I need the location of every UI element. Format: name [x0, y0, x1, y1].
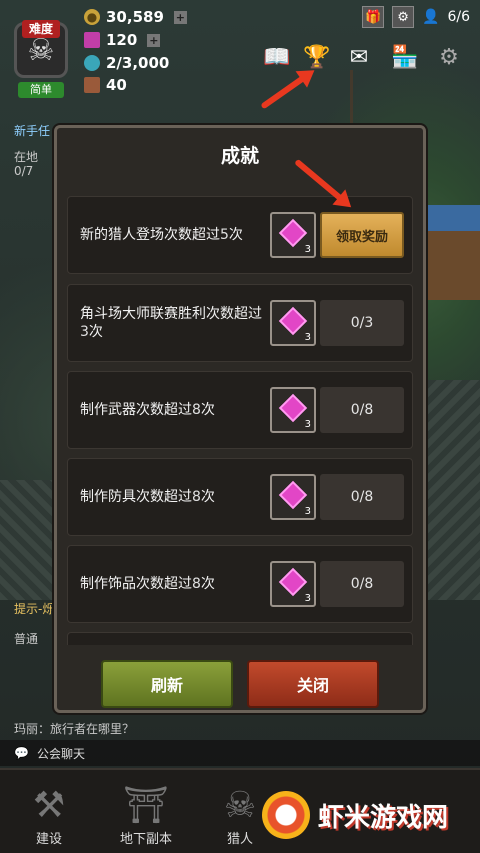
- difficulty-level: 简单: [18, 82, 64, 98]
- achievement-row: 制作饰品次数超过8次 3 0/8: [67, 545, 413, 623]
- achievement-label: 制作防具次数超过8次: [80, 489, 215, 505]
- close-button[interactable]: 关闭: [247, 660, 379, 708]
- achievement-row: 角斗场大师联赛胜利次数超过3次 3 0/3: [67, 284, 413, 362]
- house-sprite: [420, 205, 480, 300]
- add-gold-button[interactable]: +: [173, 10, 187, 24]
- achievement-label: 制作武器次数超过8次: [80, 402, 215, 418]
- achievement-label: 新的猎人登场次数超过5次: [80, 227, 243, 243]
- settings-icon[interactable]: ⚙: [432, 42, 466, 72]
- wood-icon: [84, 77, 100, 93]
- watermark-text: 虾米游戏网: [318, 802, 449, 833]
- water-value: 2/3,000: [106, 54, 170, 72]
- nav-dungeon[interactable]: ⛩ 地下副本: [108, 770, 184, 853]
- reward-slot[interactable]: 3: [270, 561, 316, 607]
- nav-dungeon-label: 地下副本: [119, 832, 172, 847]
- shop-icon[interactable]: 🏪: [388, 42, 422, 72]
- achievement-row: 新的猎人登场次数超过5次 3 领取奖励: [67, 196, 413, 274]
- gem-value: 120: [106, 31, 138, 49]
- achievement-row: 制作武器次数超过8次 3 0/8: [67, 371, 413, 449]
- side-task-sub: 在地: [14, 150, 39, 164]
- gift-icon[interactable]: 🎁: [362, 6, 385, 28]
- coin-icon: ●: [84, 9, 100, 25]
- achievement-dialog: 成就 新的猎人登场次数超过5次 3 领取奖励 角斗场大师联赛胜利次数超过3次 3…: [54, 125, 426, 713]
- gem-icon: [278, 567, 308, 597]
- top-right-bar: 🎁 ⚙ 👤 6/6: [362, 6, 470, 28]
- water-icon: [84, 55, 100, 71]
- site-watermark: 虾米游戏网: [262, 784, 476, 846]
- hint-text: 提示-烁: [14, 602, 55, 616]
- dialog-title: 成就: [220, 144, 259, 167]
- progress-counter: 0/3: [320, 300, 404, 346]
- difficulty-label: 难度: [22, 20, 60, 38]
- wall-sprite: [420, 380, 480, 600]
- side-task-title: 新手任: [14, 124, 51, 138]
- guild-chat-bar[interactable]: 💬 公会聊天: [0, 740, 480, 766]
- gem-icon: [278, 306, 308, 336]
- settings-gear-small-icon[interactable]: ⚙: [392, 6, 415, 28]
- nav-hunter-label: 猎人: [226, 832, 253, 847]
- achievement-label: 制作饰品次数超过8次: [80, 576, 215, 592]
- achievement-list[interactable]: 新的猎人登场次数超过5次 3 领取奖励 角斗场大师联赛胜利次数超过3次 3 0/…: [67, 190, 413, 645]
- wood-counter: 40: [84, 76, 127, 94]
- achievement-label: 角斗场大师联赛胜利次数超过3次: [80, 306, 262, 340]
- achievement-row-partial: [67, 632, 413, 645]
- reward-slot[interactable]: 3: [270, 212, 316, 258]
- gem-counter: 120 +: [84, 31, 161, 49]
- reward-slot[interactable]: 3: [270, 300, 316, 346]
- progress-counter: 0/8: [320, 474, 404, 520]
- gold-counter: ● 30,589 +: [84, 8, 187, 26]
- wall-sprite: [0, 480, 60, 600]
- guild-chat-label: 公会聊天: [36, 746, 85, 761]
- letter-icon[interactable]: ✉: [342, 42, 376, 72]
- claim-reward-button[interactable]: 领取奖励: [320, 212, 404, 258]
- hunter-icon: ☠: [223, 785, 257, 826]
- gem-icon: [278, 480, 308, 510]
- gem-icon: [278, 218, 308, 248]
- achievement-row: 制作防具次数超过8次 3 0/8: [67, 458, 413, 536]
- nav-build-label: 建设: [35, 832, 62, 847]
- water-counter: 2/3,000: [84, 54, 169, 72]
- reward-count: 3: [304, 244, 311, 255]
- watermark-logo-icon: [262, 791, 310, 839]
- hammer-icon: ⚒: [32, 785, 66, 826]
- gate-icon: ⛩: [123, 785, 169, 826]
- add-gem-button[interactable]: +: [147, 33, 161, 47]
- reward-count: 3: [304, 593, 311, 604]
- reward-count: 3: [304, 506, 311, 517]
- book-icon[interactable]: 📖: [260, 42, 294, 72]
- chat-tab-normal[interactable]: 普通: [14, 630, 38, 647]
- refresh-button[interactable]: 刷新: [101, 660, 233, 708]
- progress-counter: 0/8: [320, 561, 404, 607]
- gold-value: 30,589: [106, 8, 164, 26]
- chat-message: 玛丽：旅行者在哪里？: [14, 722, 135, 736]
- reward-count: 3: [304, 332, 311, 343]
- progress-counter: 0/8: [320, 387, 404, 433]
- reward-count: 3: [304, 419, 311, 430]
- chat-bubble-icon: 💬: [14, 746, 29, 760]
- side-task-count: 0/7: [14, 164, 34, 178]
- top-hud: ☠ 难度 简单 ● 30,589 + 120 + 2/3,000 40 🎁 ⚙ …: [0, 0, 480, 100]
- difficulty-badge[interactable]: ☠ 难度 简单: [10, 10, 72, 98]
- gem-icon: [278, 393, 308, 423]
- nav-build[interactable]: ⚒ 建设: [18, 770, 80, 853]
- wood-value: 40: [106, 76, 127, 94]
- nav-hunter[interactable]: ☠ 猎人: [212, 770, 268, 853]
- reward-slot[interactable]: 3: [270, 474, 316, 520]
- gem-icon: [84, 32, 100, 48]
- person-icon: 👤: [422, 9, 440, 25]
- hunter-count: 6/6: [447, 9, 470, 25]
- reward-slot[interactable]: 3: [270, 387, 316, 433]
